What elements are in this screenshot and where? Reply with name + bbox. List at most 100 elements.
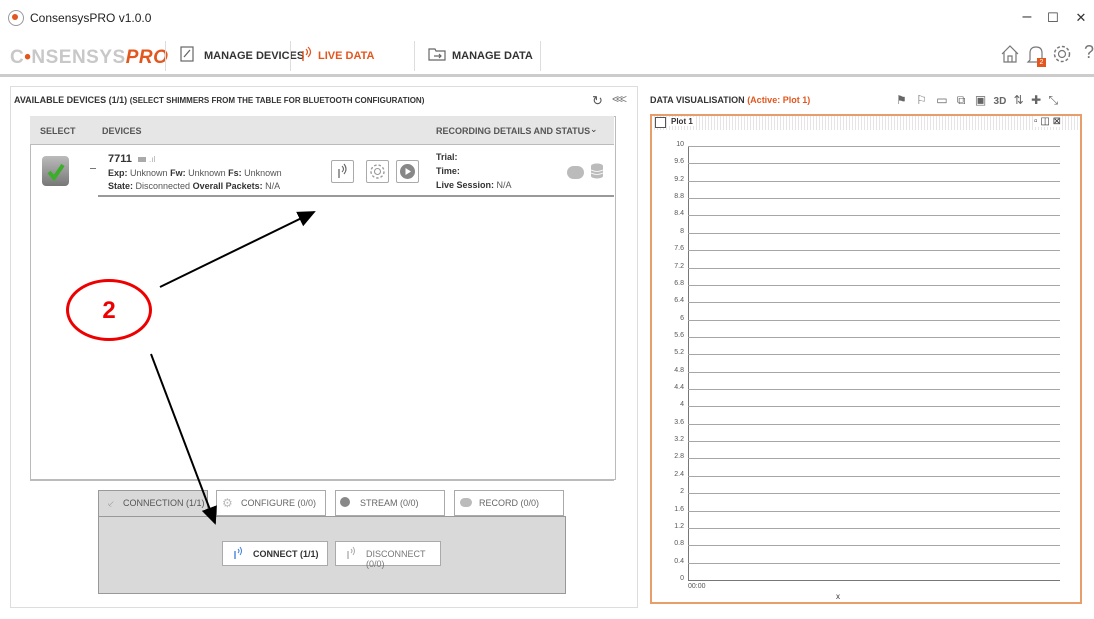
grid-line: [688, 163, 1060, 165]
plot-window-buttons: ▫ ◫ ⊠: [1034, 116, 1061, 127]
device-info-line1: Exp: Unknown Fw: Unknown Fs: Unknown: [108, 168, 282, 178]
flag-view-icon[interactable]: ⚐: [916, 93, 927, 107]
grid-line: [688, 527, 1060, 529]
plot-frame: [650, 114, 1082, 604]
play-icon: [400, 164, 415, 179]
plot-window-icon: [655, 117, 666, 128]
live-session: Live Session: N/A: [436, 180, 512, 190]
device-configure-button[interactable]: [366, 160, 389, 183]
y-tick-label: 6.4: [674, 297, 684, 305]
grid-line: [688, 389, 1060, 391]
antenna-icon: ⸔: [107, 499, 115, 510]
record-status-icon: [567, 166, 584, 179]
grid-line: [688, 267, 1060, 269]
grid-line: [688, 319, 1060, 321]
connection-panel: [98, 516, 566, 594]
y-tick-label: 3.6: [674, 418, 684, 426]
row-tree-line: [90, 168, 96, 169]
swap-icon[interactable]: ⇅: [1014, 93, 1024, 107]
nav-manage-data[interactable]: MANAGE DATA: [452, 50, 533, 62]
nav-live-data[interactable]: LIVE DATA: [318, 50, 374, 62]
grid-line: [688, 302, 1060, 304]
manage-devices-icon: [180, 46, 194, 62]
refresh-icon[interactable]: ↻: [592, 93, 603, 109]
fs-label: Fs:: [228, 168, 242, 178]
grid-line: [688, 406, 1060, 408]
tab-connection[interactable]: CONNECTION (1/1): [98, 490, 208, 516]
grid-line: [688, 423, 1060, 425]
y-tick-label: 2.4: [674, 470, 684, 478]
y-axis-line: [688, 146, 689, 580]
x-axis-label: x: [836, 592, 840, 601]
data-visualisation-header: DATA VISUALISATION (Active: Plot 1): [650, 95, 810, 105]
notification-badge: 2: [1037, 58, 1046, 67]
y-tick-label: 0: [680, 575, 684, 582]
y-tick-label: 5.2: [674, 349, 684, 357]
device-info-line2: State: Disconnected Overall Packets: N/A: [108, 181, 280, 191]
antenna-icon: [347, 546, 355, 559]
record-icon: [460, 498, 472, 507]
nav-divider: [165, 41, 166, 71]
nav-divider: [290, 41, 291, 71]
device-stream-button[interactable]: [396, 160, 419, 183]
device-id: 7711: [108, 153, 132, 165]
column-recording[interactable]: RECORDING DETAILS AND STATUS: [436, 126, 590, 136]
close-plot-icon[interactable]: ⊠: [1053, 116, 1061, 127]
y-tick-label: 10: [676, 141, 684, 148]
trial-label: Trial:: [436, 152, 458, 162]
y-tick-label: 9.6: [674, 158, 684, 166]
device-select-checkbox[interactable]: [42, 156, 69, 186]
add-plot-icon[interactable]: ✚: [1031, 93, 1041, 107]
fw-value: Unknown: [188, 168, 226, 178]
tab-stream[interactable]: STREAM (0/0): [335, 490, 445, 516]
grid-line: [688, 336, 1060, 338]
state-value: Disconnected: [135, 181, 191, 191]
annotation-circle: 2: [66, 279, 152, 341]
chevron-down-icon[interactable]: ⌄: [590, 124, 598, 135]
new-plot-icon[interactable]: ▭: [936, 93, 947, 107]
help-icon[interactable]: ?: [1084, 42, 1094, 63]
y-tick-label: 7.2: [674, 262, 684, 270]
app-icon: [8, 10, 24, 26]
popout-icon[interactable]: ⧉: [957, 93, 966, 107]
grid-line: [688, 475, 1060, 477]
collapse-icon[interactable]: <<<: [612, 92, 627, 106]
time-label: Time:: [436, 166, 460, 176]
edit-plot-icon[interactable]: ▣: [975, 93, 986, 107]
top-nav: C•NSENSYSPRO MANAGE DEVICES LIVE DATA MA…: [0, 36, 1094, 77]
minimize-plot-icon[interactable]: ▫: [1034, 116, 1038, 127]
device-connect-button[interactable]: [331, 160, 354, 183]
flag-edit-icon[interactable]: ⚑: [896, 93, 907, 107]
y-tick-label: 4.8: [674, 366, 684, 374]
antenna-icon: [234, 546, 242, 559]
database-icon: [590, 163, 604, 179]
3d-button[interactable]: 3D: [994, 96, 1007, 107]
logo-c: C: [10, 47, 25, 68]
y-tick-label: 7.6: [674, 245, 684, 253]
gear-icon: ⚙: [222, 496, 233, 510]
row-divider: [98, 195, 614, 197]
logo-pro: PRO: [125, 47, 169, 68]
home-icon[interactable]: [1000, 44, 1020, 64]
maximize-button[interactable]: ☐: [1038, 10, 1068, 26]
x-tick: 00:00: [688, 583, 706, 590]
nav-divider: [414, 41, 415, 71]
x-axis-line: [688, 580, 1060, 581]
grid-line: [688, 545, 1060, 547]
available-devices-title: AVAILABLE DEVICES (1/1): [14, 95, 128, 105]
y-tick-label: 6.8: [674, 279, 684, 287]
live-session-value: N/A: [496, 180, 512, 190]
y-tick-label: 4: [680, 401, 684, 409]
grid-line: [688, 371, 1060, 373]
y-tick-label: 5.6: [674, 331, 684, 339]
plot-title: Plot 1: [669, 117, 695, 126]
maximize-plot-icon[interactable]: ◫: [1040, 116, 1049, 127]
grid-line: [688, 215, 1060, 217]
battery-icon: [137, 157, 146, 162]
fw-label: Fw:: [170, 168, 186, 178]
collapse-arrows-icon[interactable]: ⤡: [1048, 93, 1058, 107]
y-tick-label: 8: [680, 227, 684, 235]
available-devices-subtitle: (SELECT SHIMMERS FROM THE TABLE FOR BLUE…: [129, 96, 425, 105]
gear-icon[interactable]: [1052, 44, 1072, 64]
close-button[interactable]: ✕: [1066, 10, 1094, 26]
